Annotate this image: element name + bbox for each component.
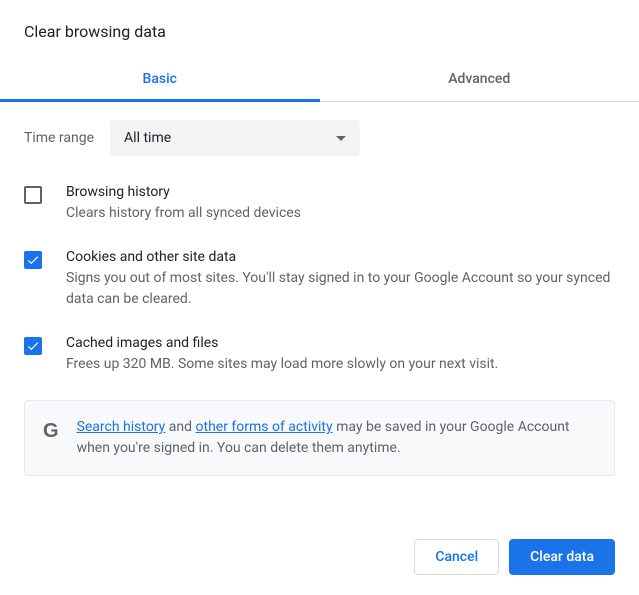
time-range-select[interactable]: All time bbox=[110, 120, 360, 156]
option-title: Browsing history bbox=[66, 184, 301, 200]
option-text: Cookies and other site data Signs you ou… bbox=[66, 249, 615, 309]
dropdown-caret-icon bbox=[336, 130, 346, 146]
checkbox-cookies[interactable] bbox=[24, 251, 42, 269]
clear-data-button[interactable]: Clear data bbox=[509, 539, 615, 575]
dialog-title: Clear browsing data bbox=[0, 0, 639, 41]
time-range-label: Time range bbox=[24, 130, 94, 146]
option-desc: Clears history from all synced devices bbox=[66, 203, 301, 223]
checkbox-browsing-history[interactable] bbox=[24, 186, 42, 204]
option-cache: Cached images and files Frees up 320 MB.… bbox=[24, 335, 615, 374]
option-desc: Frees up 320 MB. Some sites may load mor… bbox=[66, 354, 498, 374]
checkbox-cache[interactable] bbox=[24, 337, 42, 355]
option-browsing-history: Browsing history Clears history from all… bbox=[24, 184, 615, 223]
info-text: Search history and other forms of activi… bbox=[77, 417, 596, 459]
option-text: Cached images and files Frees up 320 MB.… bbox=[66, 335, 498, 374]
link-other-activity[interactable]: other forms of activity bbox=[196, 419, 333, 435]
clear-browsing-data-dialog: Clear browsing data Basic Advanced Time … bbox=[0, 0, 639, 595]
option-text: Browsing history Clears history from all… bbox=[66, 184, 301, 223]
dialog-footer: Cancel Clear data bbox=[414, 539, 615, 575]
option-title: Cookies and other site data bbox=[66, 249, 615, 265]
info-box: G Search history and other forms of acti… bbox=[24, 400, 615, 476]
time-range-value: All time bbox=[124, 130, 171, 146]
option-title: Cached images and files bbox=[66, 335, 498, 351]
time-range-row: Time range All time bbox=[24, 120, 615, 156]
google-g-icon: G bbox=[43, 421, 59, 441]
link-search-history[interactable]: Search history bbox=[77, 419, 166, 435]
option-cookies: Cookies and other site data Signs you ou… bbox=[24, 249, 615, 309]
cancel-button[interactable]: Cancel bbox=[414, 539, 499, 575]
tab-advanced[interactable]: Advanced bbox=[320, 59, 639, 101]
tabs: Basic Advanced bbox=[0, 59, 639, 102]
info-mid1: and bbox=[165, 419, 195, 435]
tab-basic[interactable]: Basic bbox=[0, 59, 320, 101]
dialog-body: Time range All time Browsing history Cle… bbox=[0, 102, 639, 476]
option-desc: Signs you out of most sites. You'll stay… bbox=[66, 268, 615, 309]
